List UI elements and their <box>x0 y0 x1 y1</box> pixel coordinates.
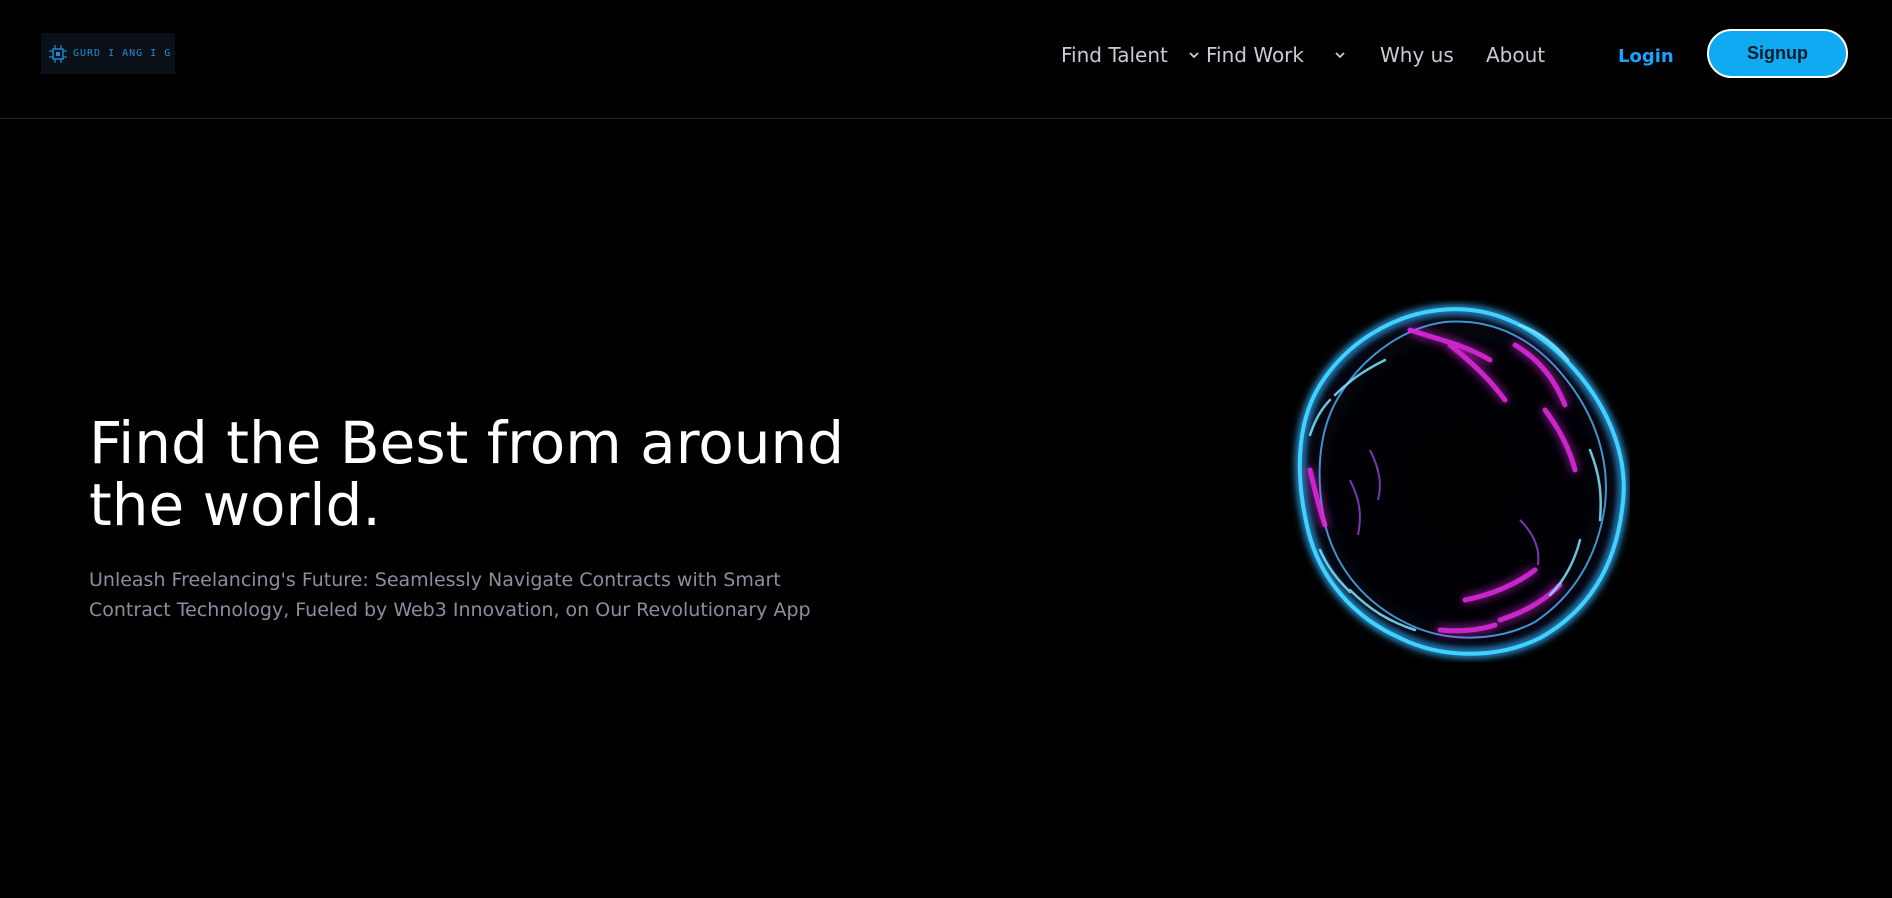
nav-label: Find Talent <box>1061 43 1168 67</box>
login-link[interactable]: Login <box>1618 42 1674 70</box>
brand-logo-text: GURD I ANG I G <box>73 48 172 59</box>
nav-label: About <box>1486 43 1546 67</box>
brand-logo[interactable]: GURD I ANG I G <box>41 33 175 74</box>
glowing-blob-visual <box>1294 304 1629 659</box>
nav-item-why-us[interactable]: Why us <box>1380 40 1454 70</box>
circuit-chip-icon <box>49 44 67 63</box>
top-navigation-bar: GURD I ANG I G Find Talent Find Work Why… <box>0 0 1892 119</box>
nav-item-about[interactable]: About <box>1486 40 1545 70</box>
landing-page: GURD I ANG I G Find Talent Find Work Why… <box>0 0 1892 898</box>
signup-button[interactable]: Signup <box>1707 29 1848 78</box>
nav-label: Find Work <box>1206 43 1304 67</box>
chevron-down-icon <box>1335 52 1345 59</box>
hero-subtitle: Unleash Freelancing's Future: Seamlessly… <box>89 569 811 621</box>
nav-item-find-work[interactable]: Find Work <box>1206 40 1346 70</box>
chevron-down-icon <box>1189 52 1199 59</box>
hero-title: Find the Best from around the world. <box>89 409 845 539</box>
nav-label: Why us <box>1380 43 1454 67</box>
nav-item-find-talent[interactable]: Find Talent <box>1061 40 1200 70</box>
